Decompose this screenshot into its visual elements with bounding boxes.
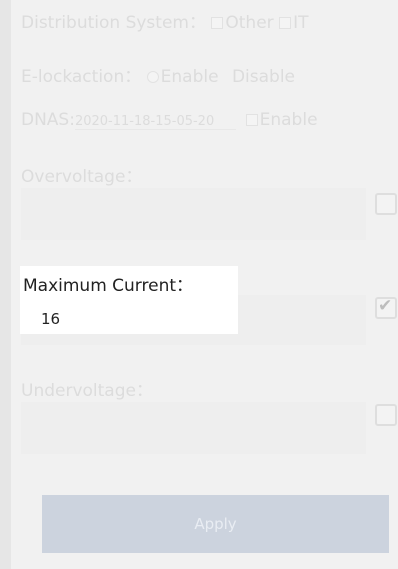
elock-label: E-lockaction：: [21, 67, 142, 87]
elock-disable-label: Disable: [231, 67, 296, 87]
undervoltage-input[interactable]: [21, 402, 366, 454]
max-current-highlight: Maximum Current： 16: [20, 266, 238, 334]
elock-enable-radio[interactable]: [146, 71, 159, 83]
dnas-input[interactable]: 2020-11-18-15-05-20: [74, 114, 237, 130]
overvoltage-label: Overvoltage：: [21, 167, 143, 187]
elock-disable-radio[interactable]: [224, 71, 230, 83]
elock-row: E-lockaction： Enable Disable: [21, 62, 295, 87]
dnas-enable-label: Enable: [259, 110, 318, 130]
dnas-enable-checkbox[interactable]: [245, 114, 258, 126]
max-current-input[interactable]: 16: [41, 310, 60, 328]
max-current-label: Maximum Current：: [23, 276, 194, 296]
overvoltage-input[interactable]: [21, 188, 366, 240]
apply-button[interactable]: Apply: [42, 495, 389, 553]
distribution-other-checkbox[interactable]: [211, 17, 224, 29]
max-current-checkbox[interactable]: ✔: [375, 296, 397, 319]
undervoltage-checkbox[interactable]: [375, 404, 397, 426]
checkmark-icon: ✔: [378, 296, 393, 316]
distribution-label: Distribution System：: [21, 13, 206, 33]
dnas-label: DNAS:: [21, 110, 75, 130]
overvoltage-checkbox[interactable]: [375, 193, 397, 215]
elock-enable-label: Enable: [160, 67, 219, 87]
undervoltage-label: Undervoltage：: [21, 381, 153, 401]
distribution-it-checkbox[interactable]: [279, 17, 292, 29]
distribution-other-label: Other: [225, 13, 274, 33]
distribution-it-label: IT: [293, 13, 309, 33]
dnas-row: DNAS:2020-11-18-15-05-20 Enable: [21, 110, 318, 130]
distribution-row: Distribution System： Other IT: [21, 8, 308, 33]
